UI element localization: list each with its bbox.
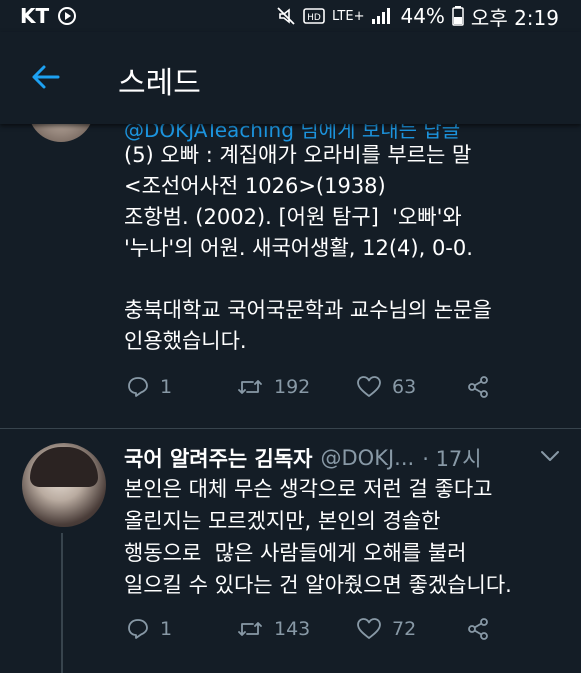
divider bbox=[0, 428, 581, 429]
reply-count: 1 bbox=[160, 618, 173, 640]
retweet-count: 143 bbox=[274, 618, 311, 640]
avatar-hair bbox=[30, 447, 98, 487]
battery-percent: 44% bbox=[400, 4, 445, 28]
heart-icon bbox=[357, 376, 381, 397]
retweet-icon bbox=[238, 622, 262, 636]
user-handle[interactable]: @DOKJ... bbox=[321, 446, 415, 470]
tweet-time: · 17시 bbox=[422, 447, 482, 471]
carrier-label: KT bbox=[20, 4, 50, 28]
like-count: 72 bbox=[392, 618, 417, 640]
share-icon bbox=[468, 376, 488, 398]
reply-icon bbox=[128, 619, 148, 639]
tweet-header: 국어 알려주는 김독자 @DOKJ... · 17시 bbox=[124, 443, 482, 473]
like-count: 63 bbox=[392, 376, 417, 398]
status-bar: KT HD LTE+ 44% 오후 2:19 bbox=[0, 0, 581, 32]
reply-icon bbox=[128, 377, 148, 397]
tweet-text: (5) 오빠 : 계집애가 오라비를 부르는 말 <조선어사전 1026>(19… bbox=[124, 143, 492, 353]
reply-button[interactable]: 1 bbox=[126, 375, 236, 399]
tweet-actions: 1 143 72 bbox=[126, 617, 490, 641]
svg-text:HD: HD bbox=[307, 13, 321, 23]
like-button[interactable]: 63 bbox=[356, 375, 466, 399]
clock: 오후 2:19 bbox=[470, 5, 559, 30]
reply-tweet[interactable]: 국어 알려주는 김독자 @DOKJ... · 17시 본인은 대체 무슨 생각으… bbox=[0, 435, 581, 673]
parent-tweet[interactable]: @DOKJATeaching 님에게 보내는 답글 (5) 오빠 : 계집애가 … bbox=[0, 108, 581, 460]
like-button[interactable]: 72 bbox=[356, 617, 466, 641]
tweet-actions: 1 192 63 bbox=[126, 375, 490, 399]
reply-count: 1 bbox=[160, 376, 173, 398]
status-left: KT bbox=[20, 4, 77, 28]
tweet-text: 본인은 대체 무슨 생각으로 저런 걸 좋다고 올린지는 모르겠지만, 본인의 … bbox=[124, 477, 512, 597]
app-bar: 스레드 bbox=[0, 32, 581, 124]
chevron-down-icon[interactable] bbox=[540, 449, 560, 463]
page-title: 스레드 bbox=[118, 66, 201, 101]
signal-icon bbox=[372, 8, 391, 24]
share-button[interactable] bbox=[466, 617, 490, 641]
network-label: LTE+ bbox=[331, 8, 365, 24]
share-button[interactable] bbox=[466, 375, 490, 399]
avatar[interactable] bbox=[22, 443, 106, 527]
retweet-count: 192 bbox=[274, 376, 311, 398]
retweet-button[interactable]: 192 bbox=[236, 375, 356, 399]
display-name[interactable]: 국어 알려주는 김독자 bbox=[124, 443, 313, 473]
hd-icon: HD bbox=[303, 8, 325, 24]
thread-line bbox=[61, 533, 63, 673]
back-arrow-icon[interactable] bbox=[30, 64, 60, 90]
play-circle-icon bbox=[58, 7, 77, 25]
status-right: HD LTE+ 44% 오후 2:19 bbox=[276, 2, 559, 31]
battery-icon bbox=[452, 6, 464, 26]
retweet-icon bbox=[238, 380, 262, 394]
share-icon bbox=[468, 618, 488, 640]
heart-icon bbox=[357, 618, 381, 639]
retweet-button[interactable]: 143 bbox=[236, 617, 356, 641]
mute-icon bbox=[277, 7, 295, 25]
reply-button[interactable]: 1 bbox=[126, 617, 236, 641]
